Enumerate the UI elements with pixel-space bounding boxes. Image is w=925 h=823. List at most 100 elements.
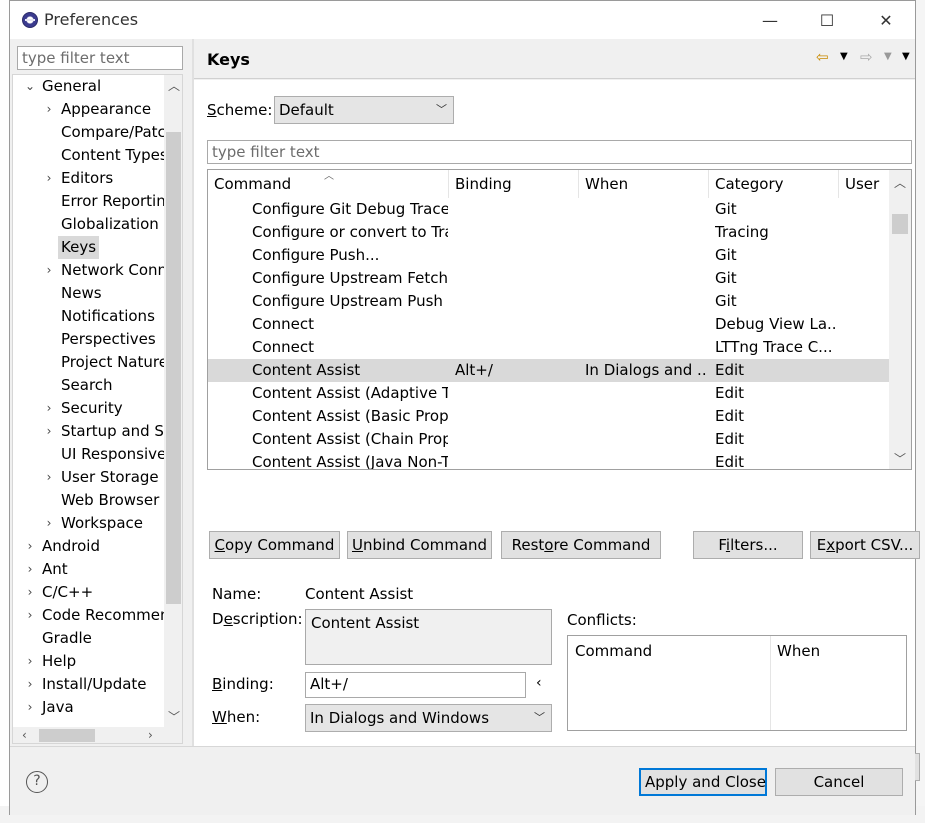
tree-scroll-thumb[interactable] <box>166 132 181 604</box>
table-row[interactable]: Connect Debug View La... <box>208 313 889 336</box>
table-row[interactable]: Content Assist (Basic Proposals) Edit <box>208 405 889 428</box>
chevron-right-icon[interactable]: › <box>42 397 56 420</box>
tree-item[interactable]: › Ant <box>13 558 163 581</box>
chevron-right-icon[interactable]: › <box>23 558 37 581</box>
description-field[interactable]: Content Assist <box>305 609 552 665</box>
table-scroll-thumb[interactable] <box>892 214 908 234</box>
tree-item[interactable]: › Java <box>13 696 163 719</box>
tree-hscroll-thumb[interactable] <box>39 729 95 742</box>
chevron-right-icon[interactable]: › <box>42 512 56 535</box>
tree-item[interactable]: ›Network Connections <box>13 259 182 282</box>
table-row[interactable]: Configure Upstream Push Git <box>208 290 889 313</box>
tree-item[interactable]: › Appearance <box>13 98 163 121</box>
tree-item[interactable]: News <box>13 282 163 305</box>
tree-item[interactable]: Notifications <box>13 305 163 328</box>
tree-item[interactable]: › Editors <box>13 167 163 190</box>
scheme-label: Scheme: <box>207 101 273 119</box>
chevron-right-icon[interactable]: › <box>23 673 37 696</box>
unbind-command-button[interactable]: Unbind Command <box>347 531 492 559</box>
cell-category: Tracing <box>715 223 769 241</box>
table-row[interactable]: Configure or convert to Tracing Tracing <box>208 221 889 244</box>
chevron-right-icon[interactable]: › <box>23 696 37 719</box>
tree-item[interactable]: Web Browser <box>13 489 163 512</box>
column-header-category[interactable]: Category <box>709 170 839 198</box>
chevron-down-icon[interactable]: ⌄ <box>23 75 37 98</box>
forward-dropdown-icon[interactable]: ▼ <box>884 51 892 62</box>
table-row[interactable]: Configure Push... Git <box>208 244 889 267</box>
forward-arrow-icon[interactable]: ⇨ <box>860 48 873 66</box>
tree-item[interactable]: Compare/Patch <box>13 121 175 144</box>
chevron-right-icon[interactable]: › <box>23 581 37 604</box>
tree-item[interactable]: Keys <box>13 236 163 259</box>
close-button[interactable]: ✕ <box>863 1 909 39</box>
apply-and-close-button[interactable]: Apply and Close <box>639 768 767 796</box>
tree-item[interactable]: Content Types <box>13 144 168 167</box>
preferences-dialog: Preferences — ☐ ✕ type filter text › Java… <box>9 0 920 815</box>
tree-item[interactable]: Gradle <box>13 627 163 650</box>
export-csv-button[interactable]: Export CSV... <box>810 531 920 559</box>
back-arrow-icon[interactable]: ⇦ <box>816 48 829 66</box>
background-ide-edge <box>916 0 925 823</box>
conflicts-header-when[interactable]: When <box>777 642 820 660</box>
restore-command-button[interactable]: Restore Command <box>501 531 661 559</box>
column-header-when[interactable]: When <box>579 170 709 198</box>
table-row[interactable]: Content Assist Alt+/ In Dialogs and ... Edi… <box>208 359 889 382</box>
tree-item[interactable]: Error Reporting <box>13 190 175 213</box>
table-row[interactable]: Configure Upstream Fetch Git <box>208 267 889 290</box>
keys-filter-input[interactable]: type filter text <box>207 140 912 164</box>
chevron-right-icon[interactable]: › <box>42 167 56 190</box>
tree-item-label: Notifications <box>61 307 155 325</box>
chevron-right-icon[interactable]: › <box>23 650 37 673</box>
chevron-right-icon[interactable]: › <box>42 466 56 489</box>
dialog-footer: ? Apply and Close Cancel <box>10 746 915 815</box>
binding-modifier-menu-icon[interactable]: ‹ <box>536 675 542 691</box>
table-row[interactable]: Content Assist (Adaptive Template Propos… <box>208 382 889 405</box>
chevron-right-icon[interactable]: › <box>23 535 37 558</box>
cell-command: Content Assist (Chain Proposals) <box>252 430 448 448</box>
filters-button[interactable]: Filters... <box>693 531 803 559</box>
table-row[interactable]: Connect LTTng Trace C... <box>208 336 889 359</box>
tree-item[interactable]: Search <box>13 374 163 397</box>
scroll-right-icon[interactable]: › <box>148 728 153 742</box>
scroll-left-icon[interactable]: ‹ <box>22 728 27 742</box>
scroll-down-icon[interactable]: ﹀ <box>894 450 906 467</box>
tree-item[interactable]: › Code Recommenders <box>13 604 182 627</box>
cancel-button[interactable]: Cancel <box>775 768 903 796</box>
tree-item[interactable]: Perspectives <box>13 328 163 351</box>
scroll-up-icon[interactable]: ︿ <box>894 174 906 191</box>
tree-item[interactable]: ›Startup and Shutdown <box>13 420 182 443</box>
tree-item[interactable]: ›User Storage Service <box>13 466 182 489</box>
column-header-binding[interactable]: Binding <box>449 170 579 198</box>
scheme-select[interactable]: Default ﹀ <box>274 96 454 124</box>
table-row[interactable]: Content Assist (Java Non-Type Proposals)… <box>208 451 889 469</box>
minimize-button[interactable]: — <box>747 1 793 39</box>
chevron-right-icon[interactable]: › <box>42 420 56 443</box>
tree-item[interactable]: Project Natures <box>13 351 176 374</box>
copy-command-button[interactable]: Copy Command <box>209 531 340 559</box>
column-header-user[interactable]: User <box>839 170 889 198</box>
scroll-down-icon[interactable]: ﹀ <box>168 708 180 725</box>
chevron-right-icon[interactable]: › <box>42 259 56 282</box>
back-dropdown-icon[interactable]: ▼ <box>840 51 848 62</box>
tree-filter-input[interactable]: type filter text <box>17 46 183 70</box>
tree-item[interactable]: › Android <box>13 535 163 558</box>
scroll-up-icon[interactable]: ︿ <box>168 77 180 94</box>
table-row[interactable]: Content Assist (Chain Proposals) Edit <box>208 428 889 451</box>
chevron-right-icon[interactable]: › <box>23 604 37 627</box>
view-menu-icon[interactable]: ▼ <box>902 51 910 62</box>
tree-item[interactable]: › Workspace <box>13 512 163 535</box>
tree-item[interactable]: ⌄ General <box>13 75 163 98</box>
table-row[interactable]: Configure Git Debug Trace Git <box>208 198 889 221</box>
chevron-right-icon[interactable]: › <box>42 98 56 121</box>
tree-item[interactable]: UI Responsiveness <box>13 443 182 466</box>
conflicts-header-command[interactable]: Command <box>575 642 652 660</box>
tree-item[interactable]: › C/C++ <box>13 581 163 604</box>
tree-item[interactable]: Globalization <box>13 213 163 236</box>
tree-item[interactable]: › Security <box>13 397 163 420</box>
binding-input[interactable]: Alt+/ <box>305 672 526 698</box>
when-select[interactable]: In Dialogs and Windows ﹀ <box>305 704 552 732</box>
help-icon[interactable]: ? <box>26 771 48 793</box>
tree-item[interactable]: › Install/Update <box>13 673 163 696</box>
maximize-button[interactable]: ☐ <box>804 1 850 39</box>
tree-item[interactable]: › Help <box>13 650 163 673</box>
